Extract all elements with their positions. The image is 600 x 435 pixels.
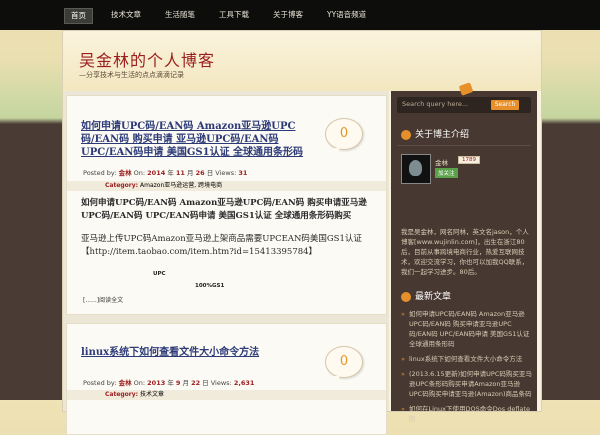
post-day: 22 bbox=[191, 379, 201, 387]
profile-card: 金林 1789 加关注 bbox=[401, 154, 529, 184]
comment-count-bubble[interactable]: 0 bbox=[325, 118, 363, 154]
nav-item-tools[interactable]: 工具下载 bbox=[213, 8, 255, 24]
comment-count-bubble[interactable]: 0 bbox=[325, 346, 363, 382]
content-column: 如何申请UPC码/EAN码 Amazon亚马逊UPC码/EAN码 购买申请 亚马… bbox=[63, 91, 389, 435]
about-text: 我是吴金林，网名阿林，英文名jason，个人博客[www.wujinlin.co… bbox=[401, 228, 529, 276]
site-title[interactable]: 吴金林的个人博客 bbox=[79, 47, 215, 71]
widget-title-recent: 最新文章 bbox=[401, 289, 451, 302]
excerpt-line-upc: UPC bbox=[153, 271, 166, 277]
posted-by-label: Posted by: bbox=[83, 379, 117, 387]
post-day: 26 bbox=[195, 169, 205, 177]
view-count: 31 bbox=[238, 169, 248, 177]
post-title[interactable]: linux系统下如何查看文件大小命令方法 bbox=[81, 346, 331, 359]
nav-item-life[interactable]: 生活随笔 bbox=[159, 8, 201, 24]
category-label: Category: bbox=[105, 391, 139, 398]
sidebar: Search query here... Search 关于博主介绍 金林 17… bbox=[391, 91, 537, 423]
post-year: 2014 bbox=[147, 169, 166, 177]
recent-post-link[interactable]: 如何在Linux下使用DOS命令Dos deflate防 bbox=[401, 404, 533, 424]
posted-by-label: Posted by: bbox=[83, 169, 117, 177]
widget-title-about: 关于博主介绍 bbox=[401, 127, 469, 140]
on-label: On: bbox=[133, 169, 146, 177]
widget-title-text: 最新文章 bbox=[415, 292, 452, 302]
avatar[interactable] bbox=[401, 154, 431, 184]
post-excerpt: 亚马逊上传UPC码Amazon亚马逊上架商品需要UPCEAN码美国GS1认证【h… bbox=[81, 234, 362, 257]
post-month: 11 bbox=[175, 169, 185, 177]
search-button[interactable]: Search bbox=[491, 100, 519, 110]
bullet-icon bbox=[401, 291, 411, 302]
category-links[interactable]: 技术文章 bbox=[140, 391, 164, 398]
recent-post-link[interactable]: (2013.6.15更新)如何申请UPC码购买亚马逊UPC条形码购买申请Amaz… bbox=[401, 369, 533, 399]
read-more-link[interactable]: [......]阅读全文 bbox=[83, 295, 123, 304]
nav-item-about[interactable]: 关于博客 bbox=[267, 8, 309, 24]
post-title[interactable]: 如何申请UPC码/EAN码 Amazon亚马逊UPC码/EAN码 购买申请 亚马… bbox=[81, 120, 317, 159]
post-category-bar: Category: Amazon亚马逊运营, 跨境电商 bbox=[67, 181, 386, 191]
post-category-bar: Category: 技术文章 bbox=[67, 390, 386, 400]
top-navigation: 首页 技术文章 生活随笔 工具下载 关于博客 YY语音频道 bbox=[0, 0, 600, 30]
nav-item-yy[interactable]: YY语音频道 bbox=[321, 8, 372, 24]
views-label: Views: bbox=[210, 379, 232, 387]
follower-count-badge: 1789 bbox=[458, 156, 480, 164]
profile-name[interactable]: 金林 bbox=[435, 157, 448, 167]
nav-item-tech[interactable]: 技术文章 bbox=[105, 8, 147, 24]
views-label: Views: bbox=[215, 169, 237, 177]
post-card: linux系统下如何查看文件大小命令方法 0 Posted by: 金林 On:… bbox=[66, 323, 387, 435]
category-label: Category: bbox=[105, 182, 139, 189]
post-month: 9 bbox=[175, 379, 181, 387]
view-count: 2,631 bbox=[233, 379, 255, 387]
divider bbox=[397, 145, 531, 146]
post-year: 2013 bbox=[147, 379, 166, 387]
search-box: Search query here... Search bbox=[397, 97, 531, 113]
post-author[interactable]: 金林 bbox=[119, 169, 132, 177]
nav-item-home[interactable]: 首页 bbox=[64, 8, 93, 24]
post-excerpt-heading: 如何申请UPC码/EAN码 Amazon亚马逊UPC码/EAN码 购买申请亚马逊… bbox=[81, 198, 367, 221]
excerpt-line-gs1: 100%GS1 bbox=[195, 283, 225, 289]
follow-button[interactable]: 加关注 bbox=[435, 168, 458, 178]
category-links[interactable]: Amazon亚马逊运营, 跨境电商 bbox=[140, 182, 222, 189]
recent-posts-list: 如何申请UPC码/EAN码 Amazon亚马逊UPC码/EAN码 购买申请亚马逊… bbox=[401, 309, 533, 429]
bullet-icon bbox=[401, 129, 411, 140]
recent-post-link[interactable]: 如何申请UPC码/EAN码 Amazon亚马逊UPC码/EAN码 购买申请亚马逊… bbox=[401, 309, 533, 349]
on-label: On: bbox=[133, 379, 146, 387]
post-meta: Posted by: 金林 On: 2013 年 9 月 22 日 Views:… bbox=[83, 379, 255, 387]
post-card: 如何申请UPC码/EAN码 Amazon亚马逊UPC码/EAN码 购买申请 亚马… bbox=[66, 95, 387, 315]
site-description: —分享技术与生活的点点滴滴记录 bbox=[79, 71, 184, 79]
post-author[interactable]: 金林 bbox=[119, 379, 132, 387]
post-meta: Posted by: 金林 On: 2014 年 11 月 26 日 Views… bbox=[83, 169, 248, 177]
widget-title-text: 关于博主介绍 bbox=[415, 130, 470, 140]
search-input[interactable]: Search query here... bbox=[402, 100, 468, 108]
recent-post-link[interactable]: linux系统下如何查看文件大小命令方法 bbox=[401, 354, 533, 364]
